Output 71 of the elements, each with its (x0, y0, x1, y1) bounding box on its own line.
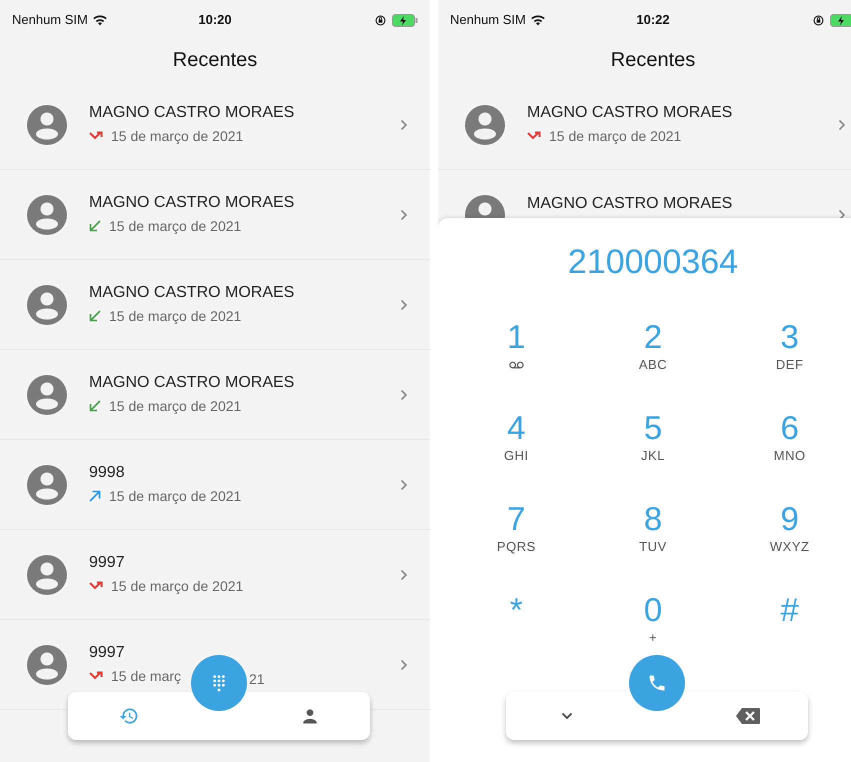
contact-name: MAGNO CASTRO MORAES (527, 194, 734, 214)
battery-icon (392, 14, 418, 26)
incoming-call-icon (89, 220, 101, 232)
contact-name: MAGNO CASTRO MORAES (89, 372, 296, 392)
call-date: 15 de março de 2021 (111, 126, 244, 146)
avatar-icon (27, 194, 67, 234)
avatar-icon (27, 104, 67, 144)
contact-name: MAGNO CASTRO MORAES (527, 102, 734, 122)
dial-key[interactable]: 7 PQRS (448, 501, 585, 592)
chevron-icon (400, 118, 408, 130)
chevron-icon (400, 298, 408, 310)
dial-key[interactable]: 6 MNO (721, 410, 851, 501)
avatar-icon (27, 464, 67, 504)
carrier-label: Nenhum SIM (12, 11, 88, 30)
contact-name: MAGNO CASTRO MORAES (89, 282, 296, 302)
rotation-lock-icon (813, 14, 824, 26)
contact-name: 9998 (89, 462, 126, 482)
chevron-icon (838, 208, 846, 218)
battery-icon (830, 14, 851, 26)
avatar-icon (465, 104, 505, 144)
call-date: 15 de março de 2021 (109, 486, 242, 506)
dialed-number: 210000364 (568, 242, 738, 282)
dial-key[interactable]: 2 ABC (584, 319, 722, 410)
missed-call-icon (527, 131, 541, 141)
dial-key[interactable]: 3 DEF (721, 319, 851, 410)
dial-key[interactable]: 0 + (584, 592, 722, 683)
incoming-call-icon (89, 310, 101, 322)
avatar-icon (27, 374, 67, 414)
outgoing-call-icon (89, 490, 101, 502)
chevron-icon (400, 658, 408, 670)
call-date: 21 (249, 670, 265, 689)
screen-title: Recentes (172, 48, 258, 73)
voicemail-icon (508, 361, 524, 369)
avatar-icon (27, 284, 67, 324)
call-date: 15 de março de 2021 (111, 576, 244, 596)
screen-title: Recentes (610, 48, 696, 73)
chevron-icon (400, 478, 408, 490)
rotation-lock-icon (375, 14, 386, 26)
dialpad-icon (212, 674, 226, 692)
dial-key[interactable]: 8 TUV (584, 501, 722, 592)
call-date: 15 de março de 2021 (109, 396, 242, 416)
missed-call-icon (89, 671, 103, 681)
carrier-label: Nenhum SIM (450, 11, 526, 30)
status-time: 10:20 (198, 11, 232, 30)
dial-key[interactable]: 5 JKL (584, 410, 722, 501)
chevron-icon (838, 118, 846, 130)
call-date: 15 de março de 2021 (549, 126, 682, 146)
call-date: 15 de março de 2021 (109, 306, 242, 326)
missed-call-icon (89, 581, 103, 591)
contact-name: 9997 (89, 552, 126, 572)
wifi-icon (92, 14, 108, 26)
chevron-icon (400, 568, 408, 580)
chevron-icon (400, 388, 408, 400)
call-date: 15 de març (111, 666, 182, 686)
incoming-call-icon (89, 400, 101, 412)
chevron-icon (400, 208, 408, 220)
wifi-icon (530, 14, 546, 26)
missed-call-icon (89, 131, 103, 141)
dial-key[interactable]: 9 WXYZ (721, 501, 851, 592)
avatar-icon (27, 554, 67, 594)
contact-name: MAGNO CASTRO MORAES (89, 192, 296, 212)
chevron-down-icon (560, 712, 572, 720)
phone-icon (647, 673, 667, 693)
history-icon (118, 706, 138, 726)
contact-name: 9997 (89, 642, 126, 662)
status-time: 10:22 (636, 11, 670, 30)
call-date: 15 de março de 2021 (109, 216, 242, 236)
contact-name: MAGNO CASTRO MORAES (89, 102, 296, 122)
avatar-icon (27, 644, 67, 684)
backspace-icon (734, 707, 760, 725)
dial-key[interactable]: 4 GHI (448, 410, 585, 501)
